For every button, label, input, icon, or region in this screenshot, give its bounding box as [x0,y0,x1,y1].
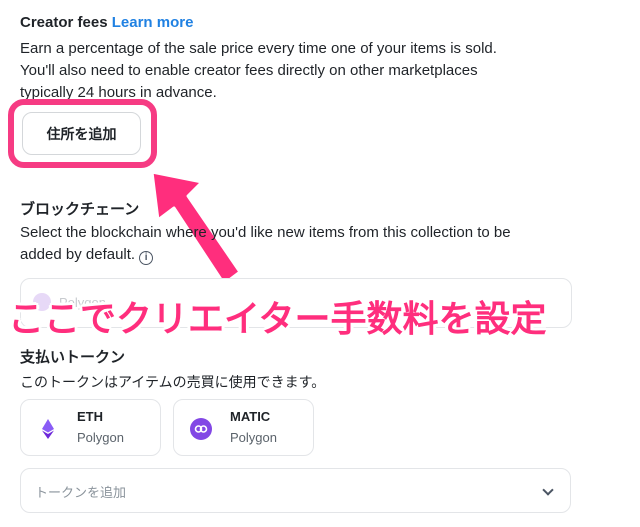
chevron-down-icon [542,484,554,496]
blockchain-desc-line2-wrap: added by default. i [20,244,590,266]
info-icon[interactable]: i [139,251,154,265]
add-token-select[interactable]: トークンを追加 [20,468,571,513]
creator-fees-desc-line1: Earn a percentage of the sale price ever… [20,40,497,57]
creator-fees-description: Earn a percentage of the sale price ever… [20,38,590,104]
blockchain-description: Select the blockchain where you'd like n… [20,222,590,266]
polygon-icon [190,418,212,440]
creator-fees-desc-line2: You'll also need to enable creator fees … [20,62,478,79]
blockchain-title: ブロックチェーン [20,201,140,218]
annotation-text: ここでクリエイター手数料を設定 [8,298,547,339]
ethereum-icon [42,419,54,439]
token-network: Polygon [77,430,124,445]
learn-more-link[interactable]: Learn more [112,14,194,31]
creator-fees-title: Creator fees [20,14,108,31]
creator-fees-heading: Creator fees Learn more [20,14,193,31]
token-symbol: MATIC [230,409,271,424]
add-address-button[interactable]: 住所を追加 [22,112,141,155]
blockchain-desc-line2: added by default. [20,246,136,263]
token-network: Polygon [230,430,277,445]
token-card-matic[interactable]: MATIC Polygon [173,399,314,456]
payment-tokens-description: このトークンはアイテムの売買に使用できます。 [20,374,326,390]
blockchain-desc-line1: Select the blockchain where you'd like n… [20,224,511,241]
token-card-eth[interactable]: ETH Polygon [20,399,161,456]
payment-tokens-title: 支払いトークン [20,349,126,366]
token-symbol: ETH [77,409,103,424]
add-token-placeholder: トークンを追加 [35,485,127,500]
